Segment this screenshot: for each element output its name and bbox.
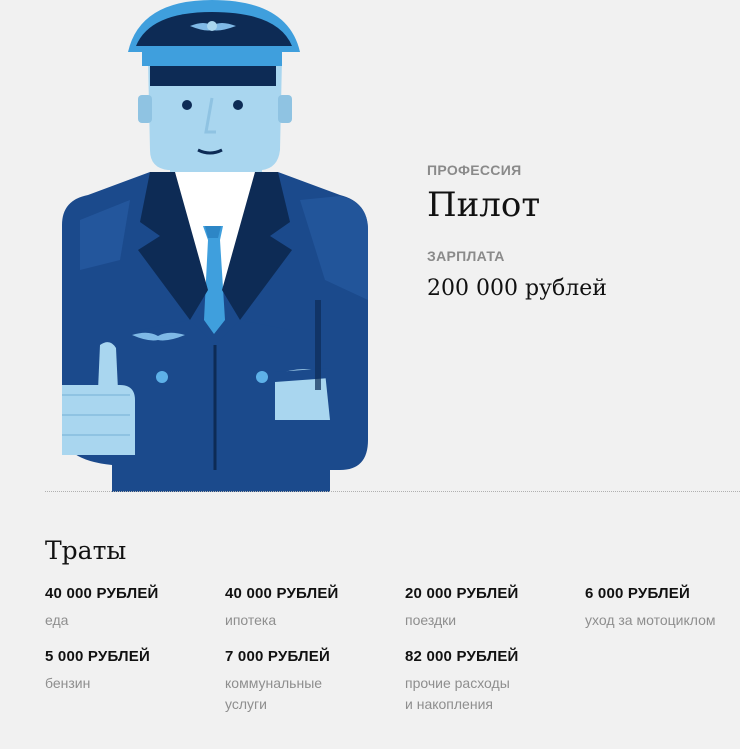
expense-description: уход за мотоциклом bbox=[585, 612, 716, 628]
expenses-title: Траты bbox=[45, 536, 127, 565]
expense-amount: 7 000 РУБЛЕЙ bbox=[225, 648, 330, 666]
expense-amount: 40 000 РУБЛЕЙ bbox=[45, 585, 159, 602]
page: ПРОФЕССИЯ Пилот ЗАРПЛАТА 200 000 рублей … bbox=[0, 0, 740, 749]
pilot-illustration bbox=[40, 0, 380, 492]
salary-label: ЗАРПЛАТА bbox=[427, 248, 505, 264]
expense-description: бензин bbox=[45, 675, 91, 692]
expense-item: 6 000 РУБЛЕЙ уход за мотоциклом bbox=[585, 585, 740, 630]
profession-label: ПРОФЕССИЯ bbox=[427, 162, 522, 178]
expenses-grid: 40 000 РУБЛЕЙ еда 40 000 РУБЛЕЙ ипотека … bbox=[45, 585, 740, 714]
expense-item: 82 000 РУБЛЕЙ прочие расходы и накоплени… bbox=[405, 648, 585, 714]
expense-description: поездки bbox=[405, 612, 457, 628]
expense-item: 7 000 РУБЛЕЙ коммунальные услуги bbox=[225, 648, 405, 714]
expense-amount: 82 000 РУБЛЕЙ bbox=[405, 648, 519, 666]
section-divider bbox=[45, 491, 740, 492]
expense-description: еда bbox=[45, 612, 69, 628]
expense-description: коммунальные услуги bbox=[225, 675, 323, 712]
expense-amount: 40 000 РУБЛЕЙ bbox=[225, 585, 339, 602]
expense-description: прочие расходы и накопления bbox=[405, 675, 510, 712]
expense-item: 5 000 РУБЛЕЙ бензин bbox=[45, 648, 225, 714]
expense-amount: 6 000 РУБЛЕЙ bbox=[585, 585, 690, 602]
expense-description: ипотека bbox=[225, 612, 277, 628]
expense-item: 40 000 РУБЛЕЙ еда bbox=[45, 585, 225, 630]
expense-item: 20 000 РУБЛЕЙ поездки bbox=[405, 585, 585, 630]
profile-info: ПРОФЕССИЯ Пилот ЗАРПЛАТА 200 000 рублей bbox=[427, 162, 727, 301]
expense-amount: 5 000 РУБЛЕЙ bbox=[45, 648, 150, 666]
salary-value: 200 000 рублей bbox=[427, 276, 607, 301]
profession-value: Пилот bbox=[427, 185, 541, 225]
expense-amount: 20 000 РУБЛЕЙ bbox=[405, 585, 519, 602]
expenses-section: Траты 40 000 РУБЛЕЙ еда 40 000 РУБЛЕЙ ип… bbox=[45, 536, 740, 714]
expense-item: 40 000 РУБЛЕЙ ипотека bbox=[225, 585, 405, 630]
